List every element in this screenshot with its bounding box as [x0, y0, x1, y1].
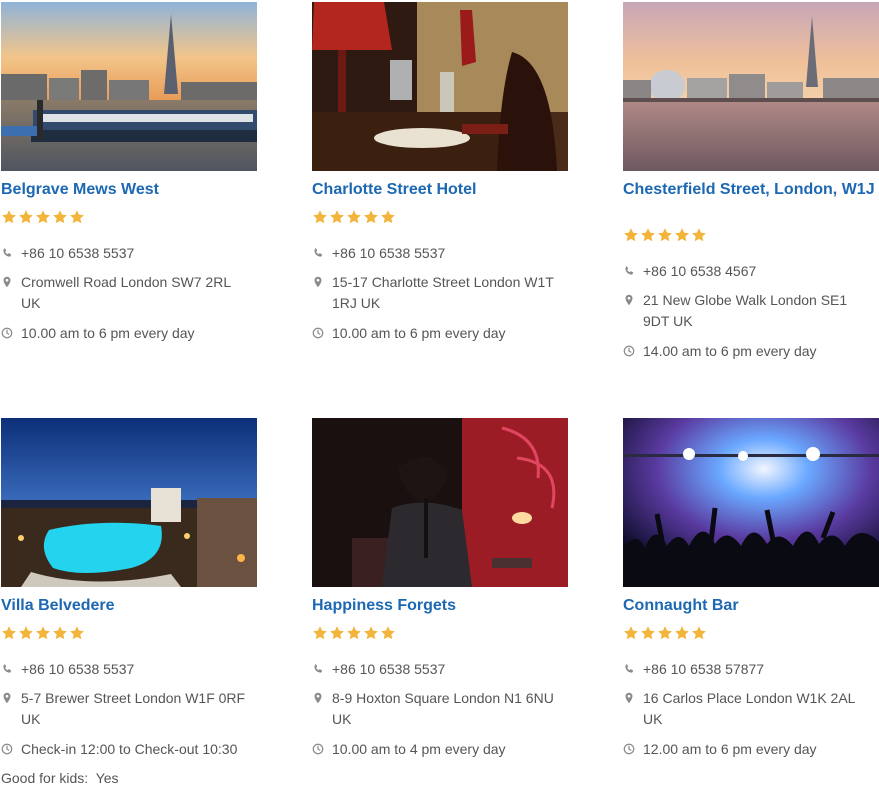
address-text: 15-17 Charlotte Street London W1T 1RJ UK [332, 274, 554, 311]
good-for-kids-value: Yes [95, 770, 119, 786]
star-icon [52, 209, 68, 225]
star-icon [380, 625, 396, 641]
phone-icon [623, 265, 635, 277]
good-for-kids-label: Good for kids: [1, 770, 89, 786]
listing-photo[interactable] [1, 418, 257, 587]
phone-icon [312, 247, 324, 259]
clock-icon [623, 743, 635, 755]
phone-text: +86 10 6538 5537 [21, 661, 135, 677]
star-icon [691, 625, 707, 641]
clock-icon [312, 327, 324, 339]
star-icon [312, 625, 328, 641]
map-marker-icon [312, 276, 324, 288]
phone-icon [623, 663, 635, 675]
star-icon [623, 625, 639, 641]
star-icon [674, 227, 690, 243]
phone-text: +86 10 6538 5537 [332, 661, 446, 677]
listing-title[interactable]: Belgrave Mews West [1, 181, 257, 199]
address-text: 21 New Globe Walk London SE1 9DT UK [643, 292, 848, 329]
address-text: Cromwell Road London SW7 2RL UK [21, 274, 231, 311]
hours-text: 10.00 am to 6 pm every day [332, 325, 506, 341]
hours-text: Check-in 12:00 to Check-out 10:30 [21, 741, 238, 757]
clock-icon [312, 743, 324, 755]
listing-title[interactable]: Happiness Forgets [312, 597, 568, 615]
phone-text: +86 10 6538 5537 [21, 245, 135, 261]
phone-icon [312, 663, 324, 675]
star-icon [1, 625, 17, 641]
star-icon [674, 625, 690, 641]
map-marker-icon [312, 692, 324, 704]
listing-title[interactable]: Villa Belvedere [1, 597, 257, 615]
star-icon [1, 209, 17, 225]
star-icon [640, 227, 656, 243]
star-icon [18, 625, 34, 641]
star-rating [623, 625, 707, 641]
map-marker-icon [1, 276, 13, 288]
clock-icon [1, 743, 13, 755]
good-for-kids-row: Good for kids: Yes [1, 768, 119, 788]
listing-photo[interactable] [312, 2, 568, 171]
star-icon [35, 209, 51, 225]
clock-icon [623, 345, 635, 357]
map-marker-icon [1, 692, 13, 704]
star-rating [312, 625, 396, 641]
address-text: 5-7 Brewer Street London W1F 0RF UK [21, 690, 246, 727]
listing-title[interactable]: Charlotte Street Hotel [312, 181, 568, 199]
star-icon [18, 209, 34, 225]
map-marker-icon [623, 294, 635, 306]
phone-text: +86 10 6538 4567 [643, 263, 757, 279]
star-rating [1, 625, 85, 641]
star-icon [52, 625, 68, 641]
hours-text: 14.00 am to 6 pm every day [643, 343, 817, 359]
star-icon [640, 625, 656, 641]
phone-text: +86 10 6538 57877 [643, 661, 765, 677]
star-icon [623, 227, 639, 243]
star-icon [380, 209, 396, 225]
star-rating [1, 209, 85, 225]
star-rating [623, 227, 707, 243]
listing-photo[interactable] [312, 418, 568, 587]
star-rating [312, 209, 396, 225]
star-icon [69, 625, 85, 641]
listing-title[interactable]: Chesterfield Street, London, W1J [623, 181, 879, 199]
map-marker-icon [623, 692, 635, 704]
star-icon [657, 227, 673, 243]
hours-text: 12.00 am to 6 pm every day [643, 741, 817, 757]
star-icon [329, 209, 345, 225]
star-icon [346, 209, 362, 225]
star-icon [363, 625, 379, 641]
star-icon [363, 209, 379, 225]
phone-icon [1, 663, 13, 675]
clock-icon [1, 327, 13, 339]
hours-text: 10.00 am to 6 pm every day [21, 325, 195, 341]
listing-photo[interactable] [623, 2, 879, 171]
address-text: 16 Carlos Place London W1K 2AL UK [643, 690, 855, 727]
listing-photo[interactable] [623, 418, 879, 587]
star-icon [691, 227, 707, 243]
phone-text: +86 10 6538 5537 [332, 245, 446, 261]
hours-text: 10.00 am to 4 pm every day [332, 741, 506, 757]
star-icon [69, 209, 85, 225]
listing-photo[interactable] [1, 2, 257, 171]
star-icon [329, 625, 345, 641]
star-icon [312, 209, 328, 225]
listing-title[interactable]: Connaught Bar [623, 597, 879, 615]
star-icon [657, 625, 673, 641]
star-icon [346, 625, 362, 641]
star-icon [35, 625, 51, 641]
address-text: 8-9 Hoxton Square London N1 6NU UK [332, 690, 554, 727]
phone-icon [1, 247, 13, 259]
